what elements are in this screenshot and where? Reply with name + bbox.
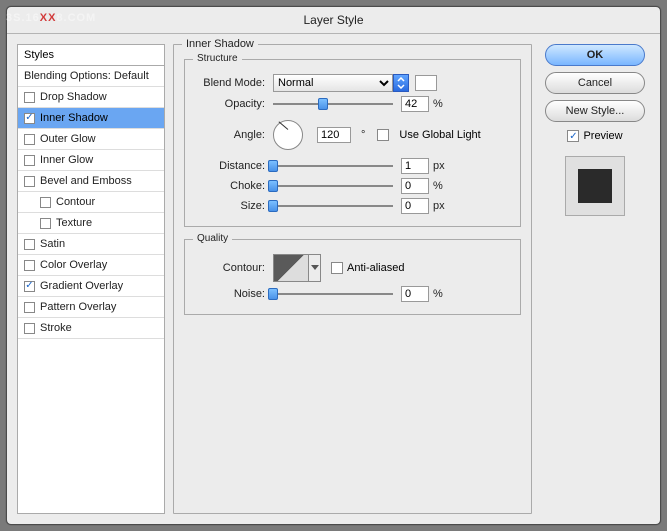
preview-swatch	[578, 169, 612, 203]
checkbox-gradient-overlay[interactable]	[24, 281, 35, 292]
choke-field[interactable]: 0	[401, 178, 429, 194]
checkbox-color-overlay[interactable]	[24, 260, 35, 271]
style-color-overlay[interactable]: Color Overlay	[18, 255, 164, 276]
global-light-checkbox[interactable]	[377, 129, 389, 141]
quality-title: Quality	[193, 233, 232, 244]
blending-options-header[interactable]: Blending Options: Default	[18, 66, 164, 87]
styles-title: Styles	[18, 45, 164, 66]
choke-label: Choke:	[193, 180, 265, 192]
style-outer-glow[interactable]: Outer Glow	[18, 129, 164, 150]
style-texture[interactable]: Texture	[18, 213, 164, 234]
layer-style-dialog: 3S.16XX8.COM Layer Style Styles Blending…	[6, 6, 661, 525]
global-light-label: Use Global Light	[399, 129, 480, 141]
angle-label: Angle:	[193, 129, 265, 141]
styles-panel: Styles Blending Options: Default Drop Sh…	[17, 44, 165, 514]
checkbox-outer-glow[interactable]	[24, 134, 35, 145]
style-contour[interactable]: Contour	[18, 192, 164, 213]
dropdown-arrows-icon[interactable]	[393, 74, 409, 92]
checkbox-inner-shadow[interactable]	[24, 113, 35, 124]
ok-button[interactable]: OK	[545, 44, 645, 66]
checkbox-satin[interactable]	[24, 239, 35, 250]
style-satin[interactable]: Satin	[18, 234, 164, 255]
preview-checkbox[interactable]	[567, 130, 579, 142]
checkbox-stroke[interactable]	[24, 323, 35, 334]
preview-box	[565, 156, 625, 216]
contour-picker[interactable]	[274, 255, 308, 281]
blend-mode-select[interactable]: Normal	[273, 74, 393, 92]
chevron-down-icon[interactable]	[308, 255, 320, 281]
structure-title: Structure	[193, 53, 242, 64]
checkbox-contour[interactable]	[40, 197, 51, 208]
opacity-label: Opacity:	[193, 98, 265, 110]
anti-aliased-checkbox[interactable]	[331, 262, 343, 274]
anti-aliased-label: Anti-aliased	[347, 262, 404, 274]
structure-group: Structure Blend Mode: Normal Opacity: 42	[184, 59, 521, 227]
contour-label: Contour:	[193, 262, 265, 274]
checkbox-bevel[interactable]	[24, 176, 35, 187]
noise-label: Noise:	[193, 288, 265, 300]
style-gradient-overlay[interactable]: Gradient Overlay	[18, 276, 164, 297]
choke-slider[interactable]	[273, 185, 393, 187]
panel-title: Inner Shadow	[182, 38, 258, 50]
opacity-slider[interactable]	[273, 103, 393, 105]
size-slider[interactable]	[273, 205, 393, 207]
style-inner-shadow[interactable]: Inner Shadow	[18, 108, 164, 129]
noise-field[interactable]: 0	[401, 286, 429, 302]
checkbox-drop-shadow[interactable]	[24, 92, 35, 103]
size-field[interactable]: 0	[401, 198, 429, 214]
px-unit: px	[433, 160, 445, 172]
opacity-field[interactable]: 42	[401, 96, 429, 112]
title-bar: Layer Style	[7, 7, 660, 34]
percent-unit: %	[433, 98, 443, 110]
angle-dial[interactable]	[273, 120, 303, 150]
distance-slider[interactable]	[273, 165, 393, 167]
style-drop-shadow[interactable]: Drop Shadow	[18, 87, 164, 108]
blend-mode-label: Blend Mode:	[193, 77, 265, 89]
style-bevel-emboss[interactable]: Bevel and Emboss	[18, 171, 164, 192]
checkbox-pattern-overlay[interactable]	[24, 302, 35, 313]
settings-panel: Inner Shadow Structure Blend Mode: Norma…	[173, 44, 532, 514]
new-style-button[interactable]: New Style...	[545, 100, 645, 122]
noise-slider[interactable]	[273, 293, 393, 295]
distance-label: Distance:	[193, 160, 265, 172]
color-swatch[interactable]	[415, 75, 437, 91]
preview-label: Preview	[583, 130, 622, 142]
cancel-button[interactable]: Cancel	[545, 72, 645, 94]
style-inner-glow[interactable]: Inner Glow	[18, 150, 164, 171]
angle-field[interactable]: 120	[317, 127, 351, 143]
distance-field[interactable]: 1	[401, 158, 429, 174]
style-stroke[interactable]: Stroke	[18, 318, 164, 339]
button-column: OK Cancel New Style... Preview	[540, 44, 650, 514]
checkbox-inner-glow[interactable]	[24, 155, 35, 166]
checkbox-texture[interactable]	[40, 218, 51, 229]
style-pattern-overlay[interactable]: Pattern Overlay	[18, 297, 164, 318]
size-label: Size:	[193, 200, 265, 212]
degree-unit: °	[361, 129, 365, 141]
quality-group: Quality Contour: Anti-aliased Noise:	[184, 239, 521, 315]
